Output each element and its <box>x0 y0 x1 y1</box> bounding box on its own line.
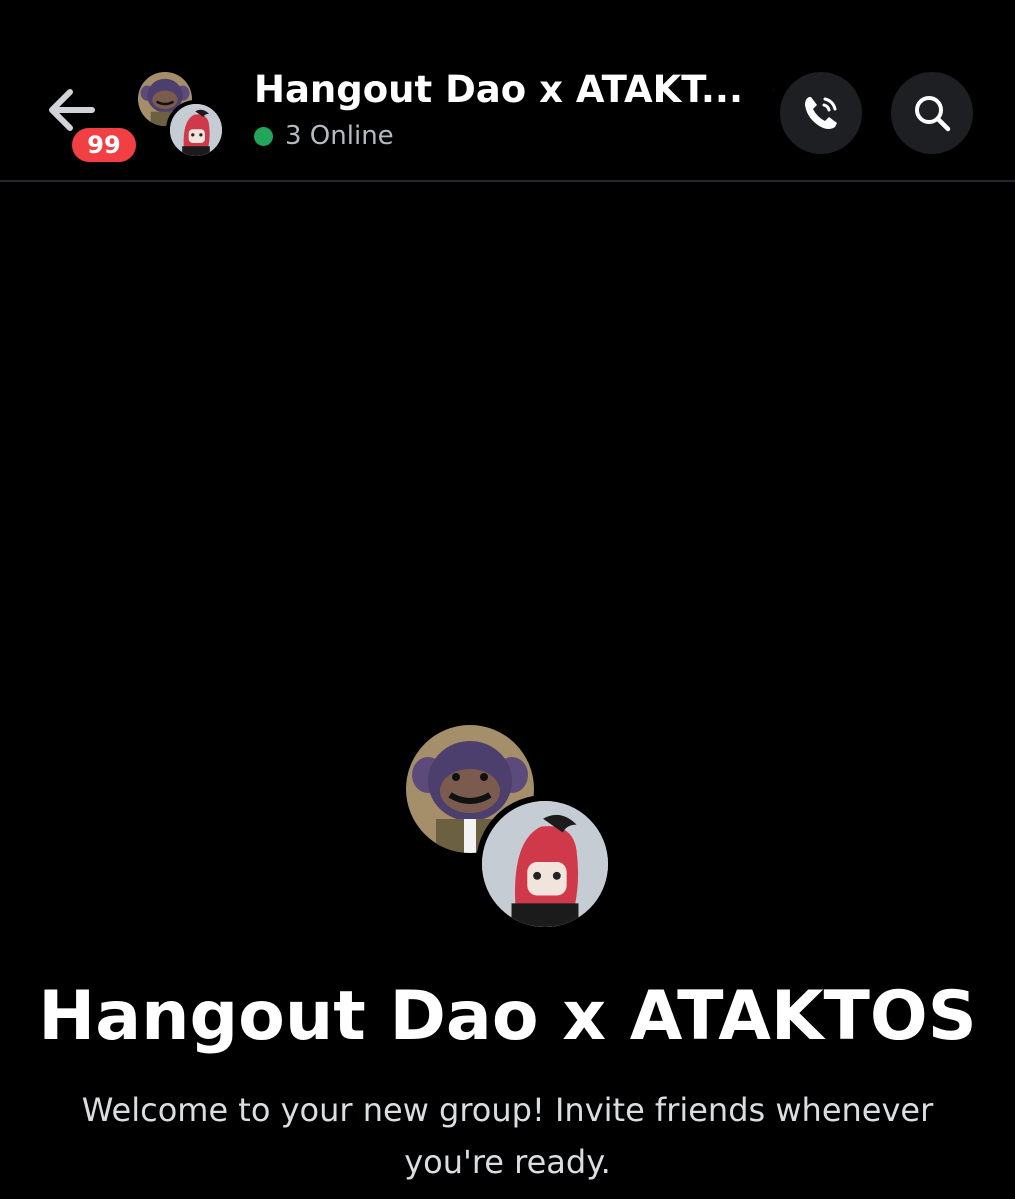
group-avatar-hood <box>166 100 226 160</box>
group-name-heading: Hangout Dao x ATAKTOS <box>38 977 977 1056</box>
search-button[interactable] <box>891 72 973 154</box>
chat-screen: 99 Hangout Dao x ATAKT... 3 Online Hango… <box>0 0 1015 1199</box>
online-count: 3 Online <box>285 121 394 151</box>
search-icon <box>915 96 951 132</box>
chat-title-block[interactable]: Hangout Dao x ATAKT... 3 Online <box>254 66 774 156</box>
online-dot <box>254 126 273 146</box>
group-avatar-large-hood <box>476 795 614 933</box>
chevron-right-icon <box>773 89 774 91</box>
unread-badge: 99 <box>68 124 140 166</box>
call-button[interactable] <box>780 72 862 154</box>
phone-call-icon <box>805 97 837 129</box>
title-row: Hangout Dao x ATAKT... <box>254 66 774 114</box>
online-status: 3 Online <box>254 116 774 156</box>
chat-title: Hangout Dao x ATAKT... <box>254 68 744 111</box>
chat-header: 99 Hangout Dao x ATAKT... 3 Online <box>0 0 1015 182</box>
welcome-message: Welcome to your new group! Invite friend… <box>81 1091 934 1181</box>
